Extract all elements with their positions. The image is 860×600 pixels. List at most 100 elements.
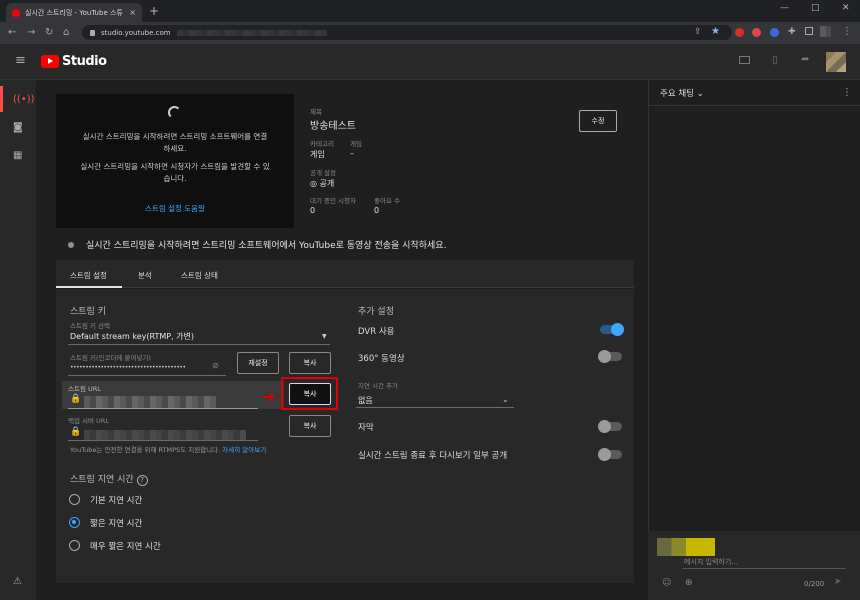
backup-underline <box>68 440 258 441</box>
unlisted-replay-toggle[interactable] <box>598 448 622 461</box>
channel-avatar[interactable] <box>826 52 846 72</box>
preview-message-2: 실시간 스트리밍을 시작하면 시청자가 스트림을 발견할 수 있 습니다. <box>80 162 270 183</box>
chat-panel <box>648 80 860 600</box>
extension-icon[interactable] <box>735 28 744 37</box>
studio-logo[interactable]: Studio <box>41 54 107 69</box>
youtube-favicon-icon <box>12 8 20 17</box>
youtube-logo-icon <box>41 55 59 68</box>
maximize-button[interactable]: □ <box>811 3 820 13</box>
likes-label: 좋아요 수 <box>374 197 400 205</box>
bookmark-icon[interactable]: ▯ <box>772 55 778 66</box>
close-window-button[interactable]: ✕ <box>842 3 850 13</box>
chat-input-underline <box>682 568 846 569</box>
loading-spinner-icon <box>168 106 181 119</box>
radio-normal-latency[interactable] <box>69 494 80 505</box>
blurred-stream-url <box>84 396 216 408</box>
webcam-icon[interactable]: ◙ <box>13 122 23 133</box>
sidebar-toggle-icon[interactable] <box>805 27 813 35</box>
tab-stream-health[interactable]: 스트림 상태 <box>181 270 218 281</box>
manage-calendar-icon[interactable]: ▦ <box>13 150 22 161</box>
lock-icon <box>90 29 95 36</box>
option-low-latency[interactable]: 짧은 지연 시간 <box>90 517 142 529</box>
chevron-down-icon[interactable]: ⌄ <box>502 395 509 404</box>
extension-icon[interactable] <box>752 28 761 37</box>
extension-icon[interactable]: ✚ <box>788 27 796 37</box>
back-icon[interactable]: ← <box>8 27 16 38</box>
stream-key-select[interactable]: Default stream key(RTMP, 가변) <box>70 331 194 342</box>
stream-key-select-label: 스트림 키 선택 <box>70 322 111 330</box>
browser-tab[interactable]: 실시간 스트리밍 - YouTube 스튜 × <box>6 3 142 22</box>
visibility-label: 공개 설정 <box>310 169 336 177</box>
option-normal-latency[interactable]: 기본 지연 시간 <box>90 494 142 506</box>
stream-key-masked: •••••••••••••••••••••••••••••••••••••• <box>70 364 186 371</box>
tab-analytics[interactable]: 분석 <box>138 270 152 281</box>
lock-icon: 🔒 <box>70 394 82 404</box>
likes-value: 0 <box>374 206 380 215</box>
video360-toggle[interactable] <box>598 350 622 363</box>
status-notice: 실시간 스트리밍을 시작하려면 스트리밍 소프트웨어에서 YouTube로 동영… <box>68 238 447 251</box>
browser-menu-icon[interactable]: ⋮ <box>842 26 852 37</box>
category-value: 게임 <box>310 150 325 159</box>
waiting-viewers-label: 대기 중인 시청자 <box>310 197 356 205</box>
blurred-url-path <box>176 29 327 36</box>
title-label: 제목 <box>310 108 322 116</box>
reload-icon[interactable]: ↻ <box>45 27 53 38</box>
home-icon[interactable]: ⌂ <box>63 27 69 38</box>
notice-text: 실시간 스트리밍을 시작하려면 스트리밍 소프트웨어에서 YouTube로 동영… <box>86 241 447 251</box>
category-label: 카테고리 <box>310 140 334 148</box>
chat-more-icon[interactable]: ⋮ <box>842 87 852 98</box>
radio-ultra-low-latency[interactable] <box>69 540 80 551</box>
rtmps-note: YouTube는 안전한 연결을 위해 RTMPS도 지원합니다. 자세히 알아… <box>70 446 267 454</box>
game-label: 게임 <box>350 140 362 148</box>
radio-low-latency[interactable] <box>69 517 80 528</box>
edit-button[interactable]: 수정 <box>579 110 617 132</box>
dvr-label: DVR 사용 <box>358 327 395 337</box>
video360-label: 360° 동영상 <box>358 354 405 364</box>
forward-icon[interactable]: → <box>27 27 35 38</box>
captions-label: 자막 <box>358 423 374 433</box>
game-value: – <box>350 149 354 158</box>
share-icon[interactable]: ⇪ <box>694 27 702 37</box>
reset-key-button[interactable]: 재설정 <box>237 352 279 374</box>
address-bar[interactable]: studio.youtube.com <box>82 25 732 40</box>
captions-toggle[interactable] <box>598 420 622 433</box>
dvr-toggle[interactable] <box>600 323 624 336</box>
captions-icon[interactable] <box>739 56 750 64</box>
share-arrow-icon[interactable]: ➦ <box>801 54 809 65</box>
chat-message-input[interactable]: 메시지 입력하기... <box>684 557 738 567</box>
emoji-icon[interactable]: ☺ <box>662 578 671 588</box>
status-dot-icon <box>68 241 74 248</box>
blurred-backup-url <box>84 430 246 440</box>
dropdown-arrow-icon[interactable]: ▼ <box>322 333 327 340</box>
stream-setup-help-link[interactable]: 스트림 설정 도움말 <box>56 203 294 214</box>
key-underline <box>68 375 226 376</box>
backup-url-label: 백업 서버 URL <box>68 417 109 425</box>
copy-key-button[interactable]: 복사 <box>289 352 331 374</box>
add-icon[interactable]: ⊕ <box>685 578 693 588</box>
help-icon[interactable]: ? <box>136 475 148 486</box>
feedback-icon[interactable]: ⚠ <box>13 576 22 587</box>
extension-icon[interactable] <box>770 28 779 37</box>
stream-key-title: 스트림 키 <box>70 307 106 317</box>
hamburger-menu-icon[interactable]: ≡ <box>15 53 26 68</box>
bookmark-star-icon[interactable]: ★ <box>711 26 720 37</box>
delay-select[interactable]: 없음 <box>358 395 373 406</box>
profile-avatar[interactable] <box>820 26 831 37</box>
url-text: studio.youtube.com <box>101 28 171 37</box>
new-tab-button[interactable]: + <box>149 4 159 18</box>
live-stream-icon[interactable]: ((•)) <box>13 94 35 105</box>
send-icon[interactable]: ➤ <box>834 577 842 587</box>
visibility-off-icon[interactable]: ⊘ <box>212 361 219 370</box>
option-ultra-low-latency[interactable]: 매우 짧은 지연 시간 <box>90 540 161 552</box>
tab-close-icon[interactable]: × <box>129 8 136 17</box>
chat-mode-select[interactable]: 주요 채팅 ⌄ <box>660 87 704 99</box>
unlisted-replay-label: 실시간 스트림 종료 후 다시보기 일부 공개 <box>358 451 508 461</box>
char-counter: 0/200 <box>804 580 825 588</box>
copy-url-button[interactable]: 복사 <box>289 383 331 405</box>
minimize-button[interactable]: — <box>780 3 789 13</box>
url-underline <box>68 408 258 409</box>
copy-backup-button[interactable]: 복사 <box>289 415 331 437</box>
tab-stream-settings[interactable]: 스트림 설정 <box>70 270 107 281</box>
waiting-viewers-value: 0 <box>310 206 316 215</box>
learn-more-link[interactable]: 자세히 알아보기 <box>222 446 266 454</box>
